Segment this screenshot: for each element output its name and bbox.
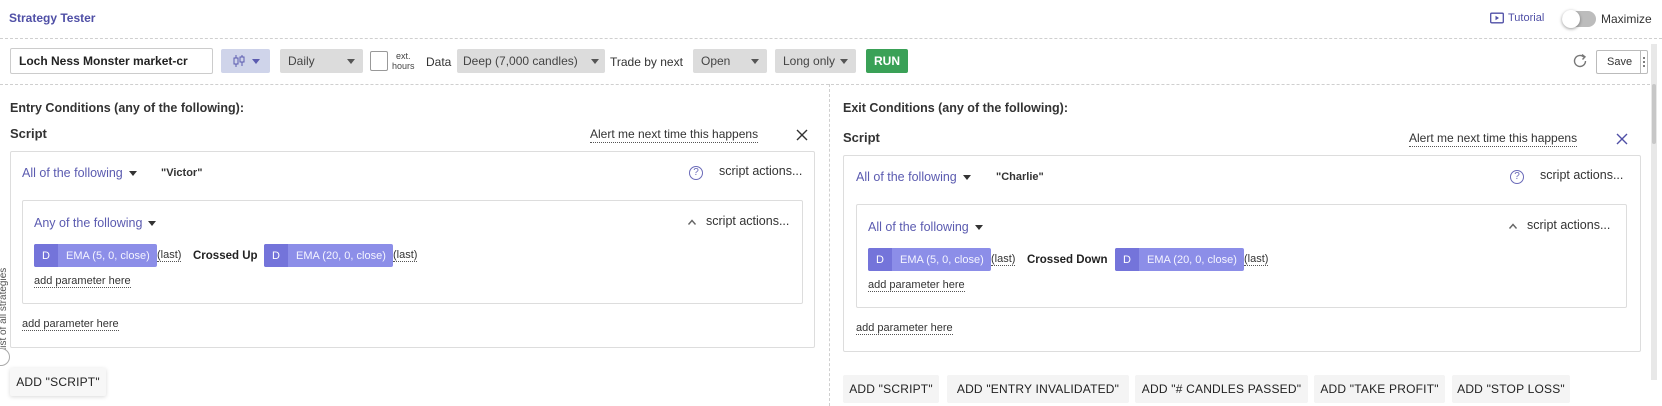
tutorial-link[interactable]: Tutorial xyxy=(1490,12,1544,24)
trade-by-next-value: Open xyxy=(701,54,731,68)
entry-inner-group-label: Any of the following xyxy=(34,216,143,230)
exit-right-parameter[interactable]: D EMA (20, 0, close) xyxy=(1115,248,1244,271)
exit-outer-add-parameter[interactable]: add parameter here xyxy=(856,322,953,335)
run-button[interactable]: RUN xyxy=(866,49,908,73)
trade-by-next-select[interactable]: Open xyxy=(693,49,767,73)
entry-inner-group-dropdown[interactable]: Any of the following xyxy=(34,216,157,230)
exit-inner-actions[interactable]: script actions... xyxy=(1527,218,1610,232)
side-tab-label: list of all strategies xyxy=(0,267,9,350)
timeframe-badge: D xyxy=(868,248,892,271)
timeframe-value: Daily xyxy=(288,54,315,68)
exit-add-script-button[interactable]: ADD "SCRIPT" xyxy=(843,375,939,403)
more-menu-icon[interactable] xyxy=(1641,57,1647,67)
maximize-toggle[interactable] xyxy=(1562,10,1596,28)
refresh-icon[interactable] xyxy=(1571,52,1589,70)
exit-add-entry-invalidated-button[interactable]: ADD "ENTRY INVALIDATED" xyxy=(947,375,1129,403)
exit-inner-group-label: All of the following xyxy=(868,220,969,234)
entry-script-name: "Victor" xyxy=(161,167,203,179)
parameter-value: EMA (20, 0, close) xyxy=(1147,253,1237,266)
panel-title: Strategy Tester xyxy=(9,11,96,25)
entry-outer-group-label: All of the following xyxy=(22,166,123,180)
exit-outer-group-dropdown[interactable]: All of the following xyxy=(856,170,971,184)
help-icon[interactable]: ? xyxy=(689,166,703,180)
ext-hours-checkbox[interactable] xyxy=(370,51,388,71)
chevron-down-icon xyxy=(148,220,157,226)
exit-inner-add-parameter[interactable]: add parameter here xyxy=(868,279,965,292)
parameter-value: EMA (20, 0, close) xyxy=(296,249,386,262)
entry-inner-add-parameter[interactable]: add parameter here xyxy=(34,275,131,288)
chevron-down-icon xyxy=(840,58,848,64)
exit-script-name: "Charlie" xyxy=(996,171,1044,183)
parameter-value: EMA (5, 0, close) xyxy=(900,253,984,266)
exit-inner-group-dropdown[interactable]: All of the following xyxy=(868,220,983,234)
timeframe-badge: D xyxy=(34,244,58,267)
ext-hours-text: ext. hours xyxy=(392,51,415,71)
entry-script-actions[interactable]: script actions... xyxy=(719,164,802,178)
direction-select[interactable]: Long only xyxy=(775,49,856,73)
entry-right-parameter[interactable]: D EMA (20, 0, close) xyxy=(264,244,393,267)
side-tab-toggle-icon[interactable] xyxy=(0,348,10,366)
exit-script-actions[interactable]: script actions... xyxy=(1540,168,1623,182)
trade-by-next-label: Trade by next xyxy=(610,55,683,69)
exit-add-take-profit-button[interactable]: ADD "TAKE PROFIT" xyxy=(1314,375,1445,403)
exit-add-stop-loss-button[interactable]: ADD "STOP LOSS" xyxy=(1452,375,1570,403)
close-icon[interactable] xyxy=(1616,133,1628,145)
exit-alert-link[interactable]: Alert me next time this happens xyxy=(1409,131,1578,147)
scrollbar-thumb[interactable] xyxy=(1652,84,1656,144)
parameter-value: EMA (5, 0, close) xyxy=(66,249,150,262)
help-icon[interactable]: ? xyxy=(1510,170,1524,184)
toolbar-divider xyxy=(0,84,1650,85)
chevron-down-icon xyxy=(591,58,599,64)
chevron-down-icon xyxy=(974,224,983,230)
chevron-down-icon xyxy=(251,58,260,64)
toggle-knob xyxy=(1562,10,1580,28)
entry-script-label: Script xyxy=(10,126,47,141)
strategy-name-input[interactable]: Loch Ness Monster market-cr xyxy=(10,48,213,74)
exit-heading: Exit Conditions (any of the following): xyxy=(843,101,1068,115)
data-select[interactable]: Deep (7,000 candles) xyxy=(457,49,605,73)
chevron-down-icon xyxy=(962,174,971,180)
entry-left-last[interactable]: (last) xyxy=(157,249,182,262)
chevron-down-icon xyxy=(751,58,759,64)
chevron-up-icon[interactable] xyxy=(1508,222,1518,230)
save-button[interactable]: Save xyxy=(1596,50,1648,74)
ext-hours-label: ext. hours xyxy=(392,51,415,71)
timeframe-badge: D xyxy=(1115,248,1139,271)
tutorial-label: Tutorial xyxy=(1508,12,1545,24)
data-value: Deep (7,000 candles) xyxy=(463,54,578,68)
exit-left-parameter[interactable]: D EMA (5, 0, close) xyxy=(868,248,991,271)
video-icon xyxy=(1490,12,1504,24)
timeframe-badge: D xyxy=(264,244,288,267)
exit-right-last[interactable]: (last) xyxy=(1244,253,1269,266)
entry-outer-group-dropdown[interactable]: All of the following xyxy=(22,166,137,180)
entry-heading: Entry Conditions (any of the following): xyxy=(10,101,245,115)
entry-inner-actions[interactable]: script actions... xyxy=(706,214,789,228)
chevron-down-icon xyxy=(128,170,137,176)
maximize-label: Maximize xyxy=(1601,12,1652,26)
exit-outer-group-label: All of the following xyxy=(856,170,957,184)
direction-value: Long only xyxy=(783,54,836,68)
entry-alert-link[interactable]: Alert me next time this happens xyxy=(590,127,759,143)
candlestick-icon xyxy=(233,55,244,67)
exit-left-last[interactable]: (last) xyxy=(991,253,1016,266)
timeframe-select[interactable]: Daily xyxy=(280,49,363,73)
chart-type-dropdown[interactable] xyxy=(221,49,270,73)
entry-operator[interactable]: Crossed Up xyxy=(193,250,258,262)
exit-add-candles-passed-button[interactable]: ADD "# CANDLES PASSED" xyxy=(1135,375,1308,403)
header-divider xyxy=(0,38,1662,39)
close-icon[interactable] xyxy=(796,129,808,141)
exit-operator[interactable]: Crossed Down xyxy=(1027,254,1108,266)
exit-script-label: Script xyxy=(843,130,880,145)
chevron-down-icon xyxy=(347,58,355,64)
entry-right-last[interactable]: (last) xyxy=(393,249,418,262)
vertical-scrollbar[interactable] xyxy=(1651,44,1657,380)
entry-left-parameter[interactable]: D EMA (5, 0, close) xyxy=(34,244,157,267)
save-label: Save xyxy=(1597,51,1642,73)
entry-add-script-button[interactable]: ADD "SCRIPT" xyxy=(10,368,106,396)
entry-outer-add-parameter[interactable]: add parameter here xyxy=(22,318,119,331)
chevron-up-icon[interactable] xyxy=(687,218,697,226)
data-label: Data xyxy=(426,55,452,69)
panel-divider xyxy=(829,84,830,406)
